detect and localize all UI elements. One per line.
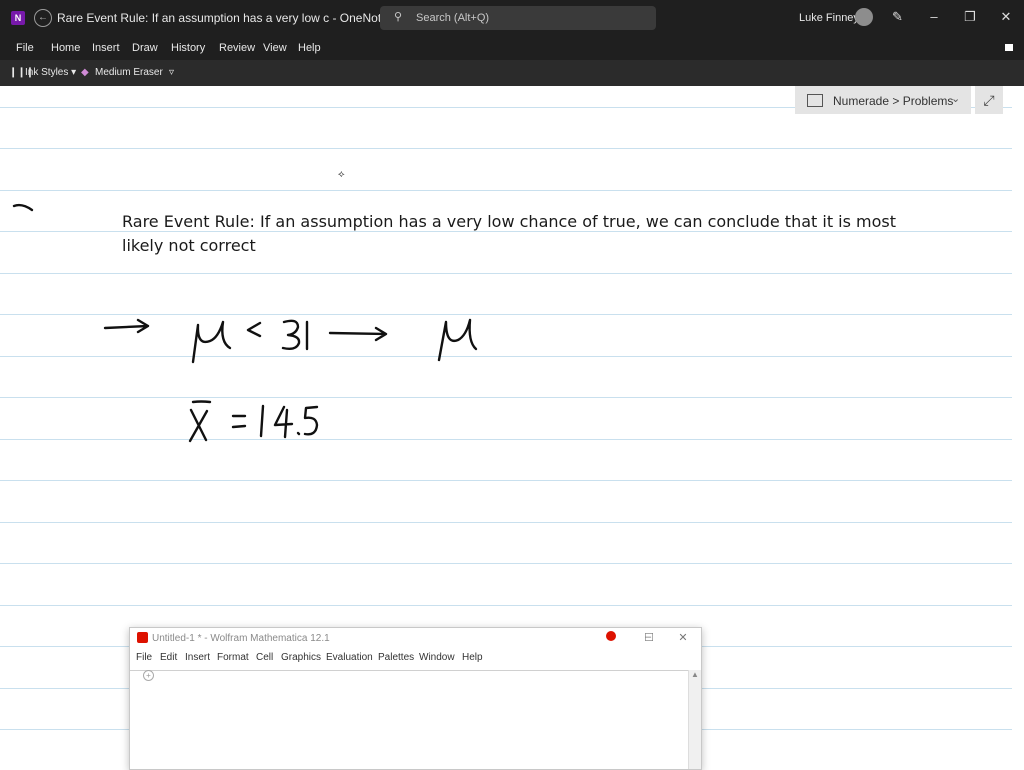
mathematica-icon xyxy=(137,632,148,643)
math-menu-help[interactable]: Help xyxy=(462,652,483,663)
ink-less-than xyxy=(246,321,262,338)
ink-xbar-bar xyxy=(191,400,212,404)
math-menu-format[interactable]: Format xyxy=(217,652,249,663)
math-menu-insert[interactable]: Insert xyxy=(185,652,210,663)
notification-icon[interactable] xyxy=(606,631,616,641)
ink-equals xyxy=(231,414,247,429)
mathematica-window[interactable]: Untitled-1 * - Wolfram Mathematica 12.1 … xyxy=(129,627,702,770)
math-menu-window[interactable]: Window xyxy=(419,652,455,663)
math-menu-edit[interactable]: Edit xyxy=(160,652,177,663)
ink-arrow-right xyxy=(328,326,388,342)
mathematica-title: Untitled-1 * - Wolfram Mathematica 12.1 xyxy=(152,633,330,644)
scrollbar[interactable]: ▲ xyxy=(688,670,701,769)
ink-dot xyxy=(296,431,301,436)
math-menu-palettes[interactable]: Palettes xyxy=(378,652,414,663)
math-menu-evaluation[interactable]: Evaluation xyxy=(326,652,373,663)
ink-tick-stroke xyxy=(12,203,34,212)
close-icon[interactable]: ✕ xyxy=(676,631,690,644)
ink-digit-5 xyxy=(303,405,319,436)
math-menu-file[interactable]: File xyxy=(136,652,152,663)
maximize-icon[interactable]: ☐ xyxy=(642,631,656,644)
ink-mu-2 xyxy=(437,318,478,362)
notebook-area[interactable] xyxy=(130,670,690,770)
add-cell-icon[interactable]: + xyxy=(143,670,154,681)
ink-arrow-left xyxy=(103,318,150,334)
ink-digit-3 xyxy=(281,319,301,351)
ink-digit-4 xyxy=(273,405,294,439)
scroll-up-icon[interactable]: ▲ xyxy=(691,670,699,679)
math-menu-cell[interactable]: Cell xyxy=(256,652,273,663)
math-menu-graphics[interactable]: Graphics xyxy=(281,652,321,663)
ink-mu-1 xyxy=(191,320,232,364)
ink-x xyxy=(188,408,209,443)
ink-digit-1b xyxy=(259,404,265,438)
